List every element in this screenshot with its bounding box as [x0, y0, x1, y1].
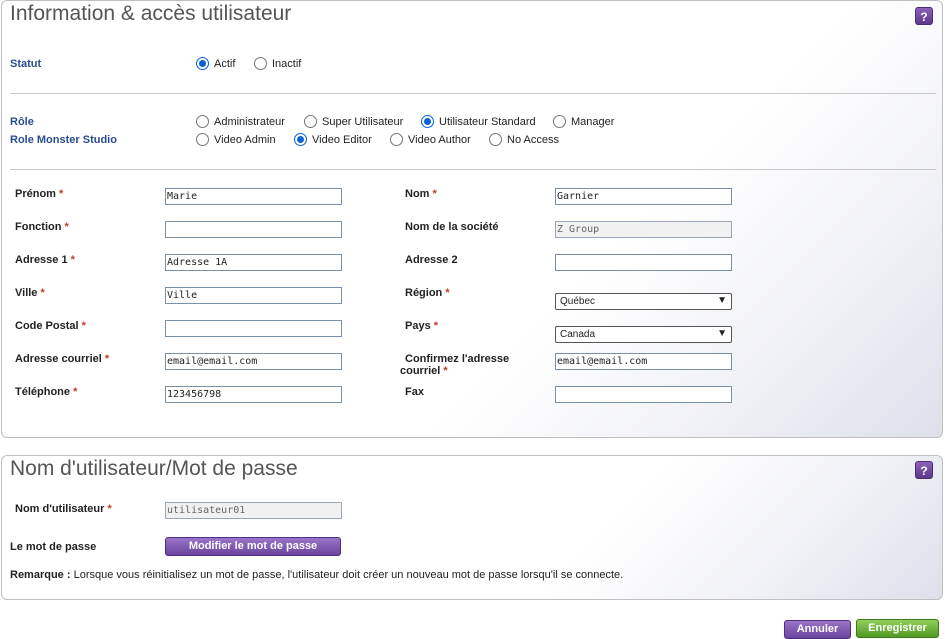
radio-label: Video Editor [312, 133, 372, 146]
radio-label: Video Admin [214, 133, 276, 146]
monster-no-access-radio[interactable]: No Access [489, 133, 559, 146]
radio-icon [390, 133, 403, 146]
help-icon[interactable]: ? [915, 461, 933, 479]
region-selected-value: Québec [560, 296, 596, 307]
status-label: Statut [10, 58, 42, 70]
user-info-panel: Information & accès utilisateur ? Statut… [1, 0, 943, 438]
role-monster-studio-label: Role Monster Studio [10, 134, 117, 146]
radio-label: Video Author [408, 133, 471, 146]
nom-input[interactable]: Garnier [555, 188, 732, 205]
role-administrateur-radio[interactable]: Administrateur [196, 115, 285, 128]
panel-title: Information & accès utilisateur [10, 2, 292, 25]
confirm-courriel-label: Confirmez l'adresse courriel * [400, 353, 510, 377]
radio-icon [196, 115, 209, 128]
change-password-button[interactable]: Modifier le mot de passe [165, 537, 341, 556]
save-button[interactable]: Enregistrer [856, 619, 939, 638]
radio-label: Inactif [272, 57, 302, 70]
adresse1-input[interactable]: Adresse 1A [165, 254, 342, 271]
remark-text: Remarque : Lorsque vous réinitialisez un… [10, 569, 624, 581]
radio-icon [196, 133, 209, 146]
nom-label: Nom * [405, 188, 437, 200]
radio-icon [254, 57, 267, 70]
ville-label: Ville * [15, 287, 45, 299]
adresse2-label: Adresse 2 [405, 254, 458, 266]
societe-label: Nom de la société [405, 221, 499, 233]
radio-label: Manager [571, 115, 615, 128]
courriel-input[interactable]: email@email.com [165, 353, 342, 370]
radio-icon [304, 115, 317, 128]
fonction-label: Fonction * [15, 221, 69, 233]
region-label: Région * [405, 287, 450, 299]
divider [10, 169, 936, 170]
chevron-down-icon: ▼ [717, 295, 727, 306]
adresse1-label: Adresse 1 * [15, 254, 75, 266]
panel-title: Nom d'utilisateur/Mot de passe [10, 457, 298, 480]
courriel-label: Adresse courriel * [15, 353, 110, 365]
code-postal-input[interactable] [165, 320, 342, 337]
code-postal-label: Code Postal * [15, 320, 86, 332]
divider [10, 93, 936, 94]
pays-select[interactable]: Canada ▼ [555, 326, 732, 343]
monster-video-admin-radio[interactable]: Video Admin [196, 133, 276, 146]
password-label: Le mot de passe [10, 541, 97, 553]
pays-selected-value: Canada [560, 329, 596, 340]
radio-label: Actif [214, 57, 236, 70]
radio-label: No Access [507, 133, 559, 146]
username-password-panel: Nom d'utilisateur/Mot de passe ? Nom d'u… [1, 455, 943, 600]
fax-label: Fax [405, 386, 424, 398]
radio-selected-icon [196, 57, 209, 70]
radio-label: Super Utilisateur [322, 115, 404, 128]
radio-label: Administrateur [214, 115, 285, 128]
role-super-utilisateur-radio[interactable]: Super Utilisateur [304, 115, 403, 128]
role-manager-radio[interactable]: Manager [553, 115, 614, 128]
pays-label: Pays * [405, 320, 439, 332]
monster-video-editor-radio[interactable]: Video Editor [294, 133, 372, 146]
confirm-courriel-input[interactable]: email@email.com [555, 353, 732, 370]
telephone-input[interactable]: 123456798 [165, 386, 342, 403]
chevron-down-icon: ▼ [717, 328, 727, 339]
role-label: Rôle [10, 116, 34, 128]
prenom-input[interactable]: Marie [165, 188, 342, 205]
username-input[interactable]: utilisateur01 [165, 502, 342, 519]
radio-icon [489, 133, 502, 146]
telephone-label: Téléphone * [15, 386, 78, 398]
role-utilisateur-standard-radio[interactable]: Utilisateur Standard [421, 115, 536, 128]
cancel-button[interactable]: Annuler [784, 620, 851, 639]
radio-selected-icon [294, 133, 307, 146]
help-icon[interactable]: ? [915, 7, 933, 25]
radio-label: Utilisateur Standard [439, 115, 536, 128]
radio-icon [553, 115, 566, 128]
fonction-input[interactable] [165, 221, 342, 238]
status-inactive-radio[interactable]: Inactif [254, 57, 301, 70]
status-active-radio[interactable]: Actif [196, 57, 235, 70]
fax-input[interactable] [555, 386, 732, 403]
ville-input[interactable]: Ville [165, 287, 342, 304]
region-select[interactable]: Québec ▼ [555, 293, 732, 310]
societe-input[interactable]: Z Group [555, 221, 732, 238]
monster-video-author-radio[interactable]: Video Author [390, 133, 471, 146]
prenom-label: Prénom * [15, 188, 64, 200]
adresse2-input[interactable] [555, 254, 732, 271]
username-label: Nom d'utilisateur * [15, 503, 112, 515]
radio-selected-icon [421, 115, 434, 128]
